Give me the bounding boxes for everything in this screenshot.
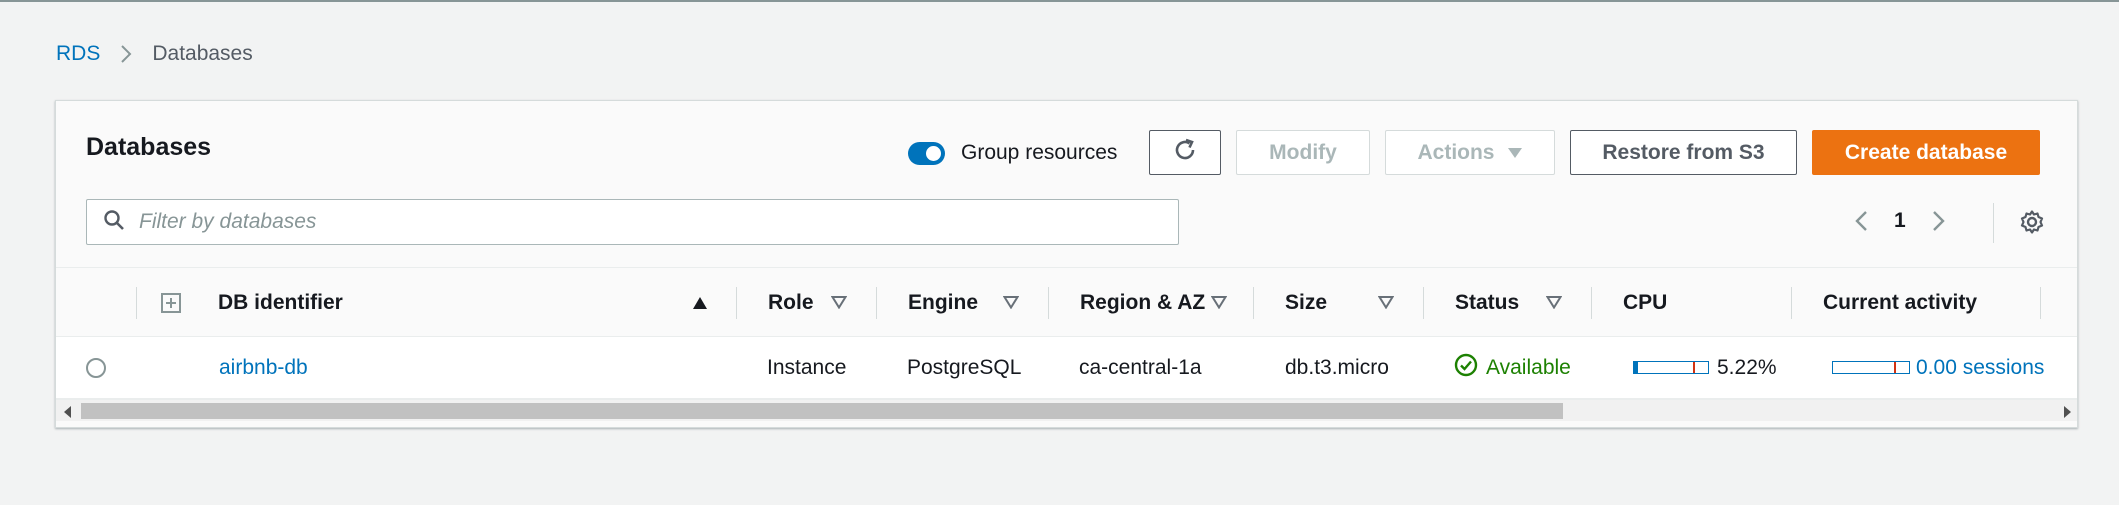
column-header-size[interactable]: Size (1285, 268, 1327, 337)
current-activity-cell: 0.00 sessions (1832, 337, 2044, 398)
column-header-engine[interactable]: Engine (908, 268, 978, 337)
databases-table: DB identifier Role Engine Region & AZ Si… (56, 267, 2077, 427)
status-cell: Available (1454, 337, 1571, 398)
filter-search-box (86, 199, 1179, 245)
column-divider (876, 287, 877, 319)
column-divider (1423, 287, 1424, 319)
column-header-current-activity[interactable]: Current activity (1823, 268, 1977, 337)
horizontal-scrollbar[interactable] (56, 399, 2077, 423)
column-header-role[interactable]: Role (768, 268, 814, 337)
restore-from-s3-button[interactable]: Restore from S3 (1570, 130, 1797, 175)
cpu-utilization-fill (1634, 362, 1638, 373)
sort-icon[interactable] (1377, 295, 1395, 314)
create-database-button[interactable]: Create database (1812, 130, 2040, 175)
group-resources-label: Group resources (961, 141, 1118, 164)
column-divider (1791, 287, 1792, 319)
breadcrumb: RDS Databases (56, 42, 253, 66)
settings-gear-icon[interactable] (2019, 209, 2045, 235)
column-header-status[interactable]: Status (1455, 268, 1519, 337)
modify-button[interactable]: Modify (1236, 130, 1370, 175)
activity-bar (1832, 361, 1910, 374)
cpu-utilization-bar (1633, 361, 1709, 374)
breadcrumb-rds-link[interactable]: RDS (56, 42, 100, 66)
actions-label: Actions (1417, 140, 1495, 164)
scroll-left-icon[interactable] (64, 405, 72, 423)
sort-icon[interactable] (1545, 295, 1563, 314)
column-divider (2040, 287, 2041, 319)
current-activity-link[interactable]: 0.00 sessions (1916, 356, 2044, 380)
column-divider (736, 287, 737, 319)
sort-icon[interactable] (1002, 295, 1020, 314)
next-page-icon[interactable] (1932, 210, 1946, 232)
pagination: 1 (1854, 209, 1946, 233)
engine-cell: PostgreSQL (907, 355, 1022, 379)
pager-divider (1993, 203, 1994, 243)
current-page-number[interactable]: 1 (1894, 209, 1906, 233)
sort-ascending-icon[interactable] (692, 296, 708, 315)
region-az-cell: ca-central-1a (1079, 355, 1202, 379)
group-resources-control: Group resources (908, 141, 1117, 165)
size-cell: db.t3.micro (1285, 355, 1389, 379)
column-header-db-identifier[interactable]: DB identifier (218, 268, 343, 337)
check-circle-icon (1454, 353, 1478, 383)
search-icon (103, 209, 125, 236)
scrollbar-thumb[interactable] (81, 403, 1563, 419)
expand-all-icon[interactable] (161, 268, 181, 337)
db-identifier-link[interactable]: airbnb-db (219, 337, 308, 398)
column-divider (136, 287, 137, 319)
cpu-value: 5.22% (1717, 355, 1777, 379)
breadcrumb-current: Databases (152, 42, 253, 65)
cpu-threshold-marker (1693, 362, 1695, 373)
row-select-radio[interactable] (86, 337, 106, 398)
group-resources-toggle[interactable] (908, 141, 945, 165)
column-header-region-az[interactable]: Region & AZ (1080, 268, 1205, 337)
table-row[interactable]: airbnb-db Instance PostgreSQL ca-central… (56, 337, 2077, 399)
activity-threshold-marker (1894, 362, 1896, 373)
caret-down-icon (1507, 141, 1523, 165)
databases-panel: Databases Group resources Modify Actions… (55, 100, 2078, 428)
refresh-icon (1172, 137, 1198, 169)
column-divider (1591, 287, 1592, 319)
chevron-right-icon (120, 44, 132, 64)
sort-icon[interactable] (1210, 295, 1228, 314)
column-divider (1253, 287, 1254, 319)
column-divider (1048, 287, 1049, 319)
filter-databases-input[interactable] (139, 210, 1139, 234)
cpu-cell: 5.22% (1633, 337, 1777, 398)
refresh-button[interactable] (1149, 130, 1221, 175)
status-text: Available (1486, 355, 1571, 379)
actions-dropdown[interactable]: Actions (1385, 130, 1555, 175)
previous-page-icon[interactable] (1854, 210, 1868, 232)
scroll-right-icon[interactable] (2063, 405, 2071, 423)
sort-icon[interactable] (830, 295, 848, 314)
table-header: DB identifier Role Engine Region & AZ Si… (56, 267, 2077, 337)
column-header-cpu[interactable]: CPU (1623, 268, 1667, 337)
role-cell: Instance (767, 355, 847, 379)
panel-title: Databases (86, 133, 212, 161)
